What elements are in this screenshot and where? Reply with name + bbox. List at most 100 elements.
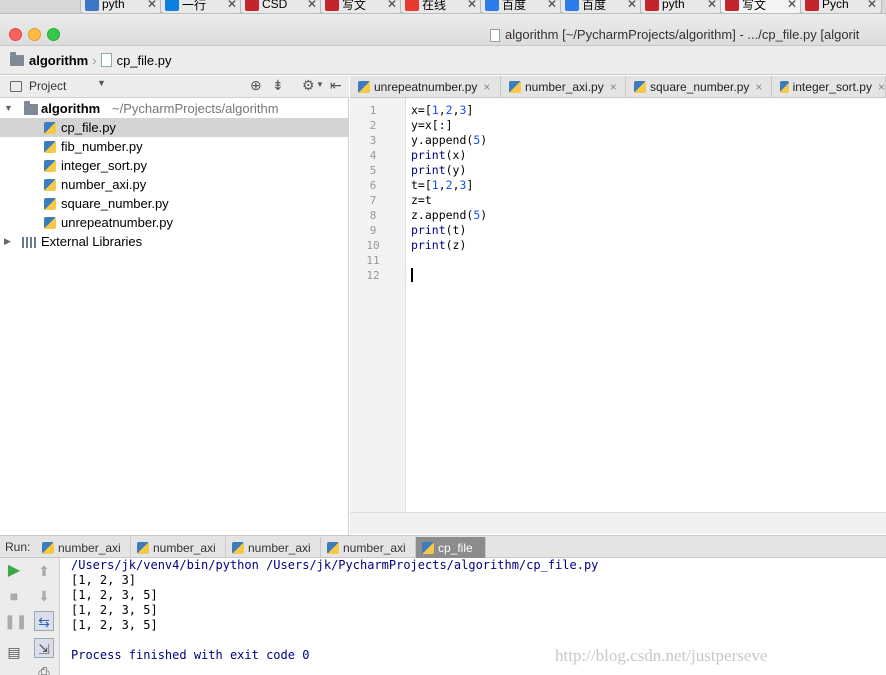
gear-icon[interactable]: ⚙: [302, 77, 315, 94]
close-tab-icon[interactable]: ✕: [543, 0, 557, 11]
stop-icon[interactable]: ■: [4, 586, 24, 606]
soft-wrap-icon[interactable]: ⇆: [34, 611, 54, 631]
browser-tab[interactable]: 写文 ✕: [720, 0, 802, 13]
editor-tab[interactable]: integer_sort.py ×: [772, 76, 886, 98]
close-window-button[interactable]: [9, 28, 22, 41]
editor-tab-label: number_axi.py: [525, 80, 604, 94]
python-file-icon: [358, 81, 370, 93]
project-view-icon: [10, 81, 22, 92]
tree-file-item[interactable]: fib_number.py: [0, 137, 349, 156]
arrow-up-icon[interactable]: ⬆: [34, 561, 54, 581]
browser-tab[interactable]: 一行 ✕: [160, 0, 242, 13]
collapse-icon[interactable]: ⇟: [272, 77, 284, 94]
close-tab-icon[interactable]: ✕: [223, 0, 237, 11]
close-tab-icon[interactable]: ✕: [143, 0, 157, 11]
run-tab[interactable]: cp_file: [416, 537, 486, 558]
print-icon[interactable]: ⎙: [34, 662, 54, 675]
browser-tab[interactable]: Pych ✕: [800, 0, 882, 13]
browser-tab[interactable]: CSD ✕: [240, 0, 322, 13]
browser-tab-label: 百度: [582, 0, 607, 12]
tree-file-item[interactable]: cp_file.py: [0, 118, 349, 137]
browser-tab-label: 百度: [502, 0, 527, 12]
close-tab-icon[interactable]: ✕: [383, 0, 397, 11]
run-tab[interactable]: number_axi: [131, 537, 226, 558]
chevron-down-icon[interactable]: ▼: [97, 78, 106, 88]
code-editor[interactable]: x=[1,2,3] y=x[:] y.append(5) print(x) print(…: [407, 98, 886, 512]
tree-file-item[interactable]: integer_sort.py: [0, 156, 349, 175]
code-line: print(z): [411, 238, 467, 252]
browser-tab[interactable]: 在线 ✕: [400, 0, 482, 13]
breadcrumb-file[interactable]: cp_file.py: [117, 53, 172, 68]
tree-root-algorithm[interactable]: ▼ algorithm ~/PycharmProjects/algorithm: [0, 99, 349, 118]
target-icon[interactable]: ⊕: [250, 77, 262, 94]
folder-icon: [10, 51, 24, 66]
editor-tab[interactable]: unrepeatnumber.py ×: [350, 76, 501, 98]
browser-tab[interactable]: 百度 ✕: [560, 0, 642, 13]
browser-tab[interactable]: pyth ✕: [640, 0, 722, 13]
folder-icon: [24, 101, 38, 115]
run-tab[interactable]: number_axi: [321, 537, 416, 558]
close-tab-icon[interactable]: ×: [878, 80, 885, 94]
breadcrumb-separator: ›: [92, 52, 97, 68]
console-output-line: [1, 2, 3, 5]: [71, 588, 158, 602]
browser-tab[interactable]: 百度 ✕: [480, 0, 562, 13]
python-file-icon: [44, 122, 56, 134]
layout-icon[interactable]: ▤: [4, 642, 24, 662]
tree-root-name: algorithm: [41, 101, 101, 116]
minimize-window-button[interactable]: [28, 28, 41, 41]
project-view-selector[interactable]: Project: [29, 79, 66, 93]
close-tab-icon[interactable]: ×: [610, 80, 617, 94]
csdn-icon: [725, 0, 739, 11]
python-file-icon: [634, 81, 646, 93]
run-tab[interactable]: number_axi: [226, 537, 321, 558]
maximize-window-button[interactable]: [47, 28, 60, 41]
close-tab-icon[interactable]: ×: [755, 80, 762, 94]
arrow-down-icon[interactable]: ⬇: [34, 586, 54, 606]
baidu-translate-icon: [485, 0, 499, 11]
editor-tab[interactable]: number_axi.py ×: [501, 76, 626, 98]
python-file-icon: [780, 81, 789, 93]
editor-tab-label: unrepeatnumber.py: [374, 80, 478, 94]
browser-tab-label: pyth: [102, 0, 125, 11]
editor-tab[interactable]: square_number.py ×: [626, 76, 772, 98]
browser-tab-label: 写文: [742, 0, 767, 12]
run-tab[interactable]: number_axi: [36, 537, 131, 558]
close-tab-icon[interactable]: ×: [483, 80, 490, 94]
window-title-bar: algorithm [~/PycharmProjects/algorithm] …: [0, 14, 886, 46]
hide-panel-icon[interactable]: ⇤: [330, 77, 342, 94]
tree-file-item[interactable]: unrepeatnumber.py: [0, 213, 349, 232]
run-tab-label: number_axi: [343, 540, 406, 555]
close-tab-icon[interactable]: ✕: [463, 0, 477, 11]
line-number-gutter: 1 2 3 4 5 6 7 8 9 10 11 12: [350, 98, 406, 512]
close-tab-icon[interactable]: ✕: [783, 0, 797, 11]
python-file-icon: [44, 198, 56, 210]
chevron-down-icon[interactable]: ▼: [4, 99, 13, 118]
rerun-icon[interactable]: ▶: [4, 561, 24, 581]
chevron-right-icon[interactable]: ▶: [4, 232, 11, 251]
watermark: http://blog.csdn.net/justperseve: [555, 646, 768, 665]
line-number: 6: [369, 179, 377, 192]
navigation-bar: algorithm › cp_file.py: [0, 46, 886, 75]
csdn-icon: [245, 0, 259, 11]
tree-external-libraries[interactable]: ▶ External Libraries: [0, 232, 349, 251]
project-tree: ▼ algorithm ~/PycharmProjects/algorithm cp_…: [0, 98, 349, 535]
browser-tab-label: CSD: [262, 0, 288, 11]
close-tab-icon[interactable]: ✕: [623, 0, 637, 11]
tree-file-item[interactable]: number_axi.py: [0, 175, 349, 194]
breadcrumb-project[interactable]: algorithm: [29, 53, 88, 68]
close-tab-icon[interactable]: ✕: [863, 0, 877, 11]
pause-icon[interactable]: ❚❚: [4, 611, 27, 631]
tree-file-label: integer_sort.py: [61, 158, 147, 173]
tree-file-item[interactable]: square_number.py: [0, 194, 349, 213]
chevron-down-icon[interactable]: ▼: [316, 80, 324, 89]
python-file-icon: [44, 179, 56, 191]
scroll-to-end-icon[interactable]: ⇲: [34, 638, 54, 658]
browser-tab-label: 写文: [342, 0, 367, 12]
close-tab-icon[interactable]: ✕: [703, 0, 717, 11]
browser-tab[interactable]: 写文 ✕: [320, 0, 402, 13]
browser-tab[interactable]: pyth ✕: [80, 0, 162, 13]
console-output-line: [1, 2, 3]: [71, 573, 137, 587]
window-title-text: algorithm [~/PycharmProjects/algorithm] …: [505, 27, 860, 42]
close-tab-icon[interactable]: ✕: [303, 0, 317, 11]
tree-file-label: unrepeatnumber.py: [61, 215, 174, 230]
